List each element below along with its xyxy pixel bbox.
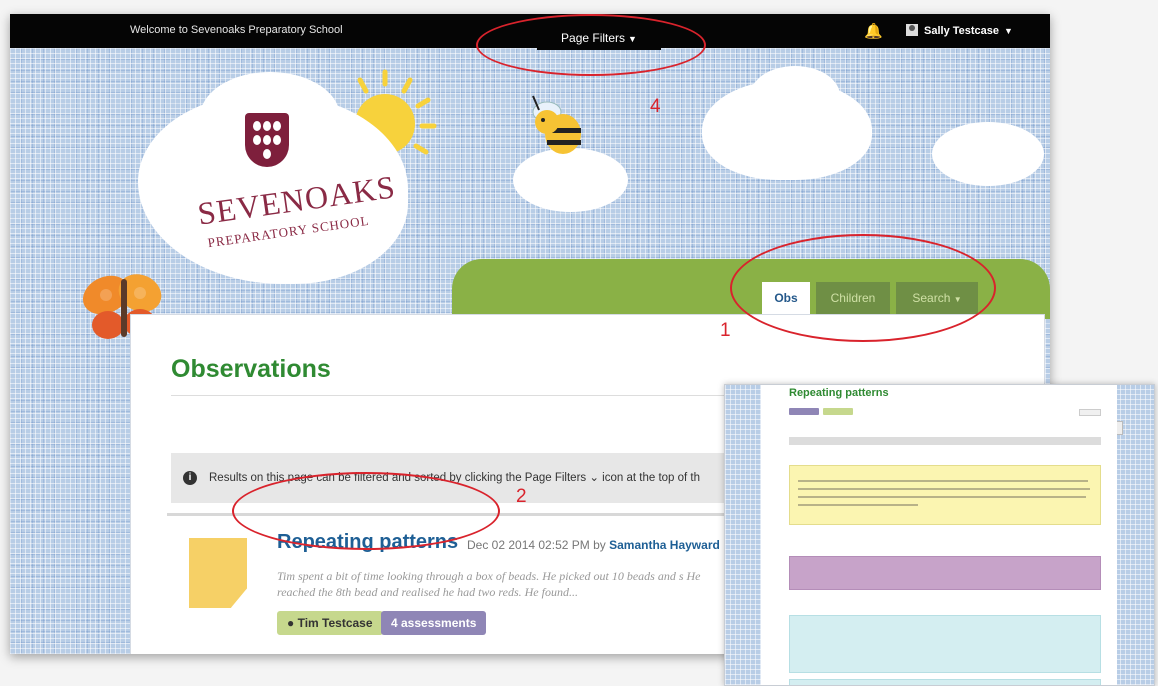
inset-title: Repeating patterns bbox=[789, 387, 889, 399]
info-icon: i bbox=[183, 471, 197, 485]
bell-icon[interactable]: 🔔 bbox=[864, 22, 883, 40]
annotation-ring-tabs bbox=[730, 234, 996, 342]
inset-edit-button[interactable] bbox=[1079, 409, 1101, 416]
user-name: Sally Testcase bbox=[924, 25, 1000, 37]
observation-meta: Dec 02 2014 02:52 PM by Samantha Hayward bbox=[467, 538, 720, 552]
cloud-right-2 bbox=[932, 122, 1044, 186]
inset-characteristics-box bbox=[789, 615, 1101, 673]
child-tag[interactable]: ● Tim Testcase bbox=[277, 611, 383, 635]
school-crest-icon bbox=[245, 113, 289, 167]
welcome-text: Welcome to Sevenoaks Preparatory School bbox=[130, 24, 343, 36]
stage: Welcome to Sevenoaks Preparatory School … bbox=[0, 0, 1158, 686]
avatar bbox=[906, 24, 918, 36]
inset-assessment-tag bbox=[789, 408, 819, 415]
observation-date: Dec 02 2014 02:52 PM by bbox=[467, 538, 606, 552]
assessments-tag[interactable]: 4 assessments bbox=[381, 611, 487, 635]
caret-down-icon: ▼ bbox=[1004, 26, 1013, 36]
inset-assessments-box bbox=[789, 556, 1101, 590]
cloud-right-1-puff bbox=[750, 66, 840, 126]
sticky-note-icon bbox=[189, 538, 247, 608]
annotation-number-1: 1 bbox=[720, 320, 731, 341]
inset-grey-bar bbox=[789, 437, 1101, 445]
page-title: Observations bbox=[171, 355, 331, 383]
inset-panel: Repeating patterns bbox=[761, 385, 1117, 685]
annotation-number-2: 2 bbox=[516, 486, 527, 507]
inset-child-tag bbox=[823, 408, 853, 415]
observation-author[interactable]: Samantha Hayward bbox=[609, 538, 720, 552]
inset-screenshot: Repeating patterns bbox=[724, 384, 1155, 686]
inset-characteristics-box-2 bbox=[789, 679, 1101, 685]
bee-icon bbox=[532, 95, 581, 154]
annotation-ring-observation bbox=[232, 472, 500, 550]
user-menu[interactable]: Sally Testcase ▼ bbox=[906, 24, 1013, 37]
inset-notes-box bbox=[789, 465, 1101, 525]
child-pin-icon: ● bbox=[287, 616, 295, 630]
annotation-ring-filters bbox=[476, 14, 706, 76]
annotation-number-4: 4 bbox=[650, 96, 661, 117]
child-tag-label: Tim Testcase bbox=[297, 616, 373, 630]
observation-excerpt: Tim spent a bit of time looking through … bbox=[277, 569, 701, 599]
